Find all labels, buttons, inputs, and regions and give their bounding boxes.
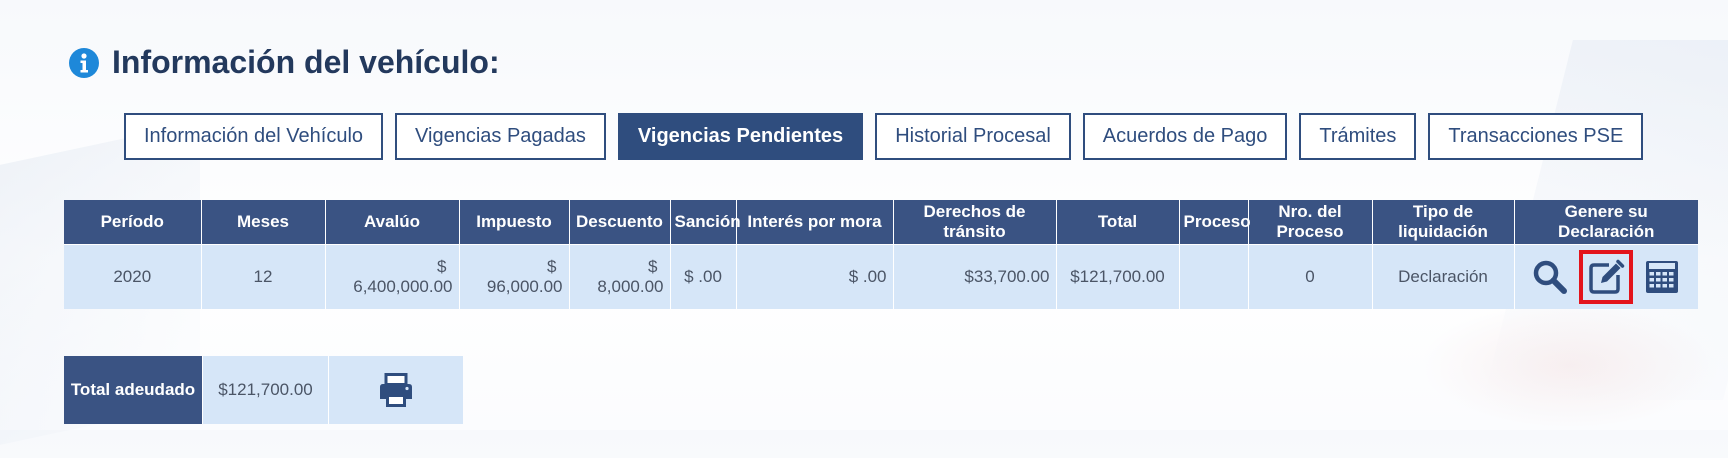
tab-vigencias-pendientes[interactable]: Vigencias Pendientes bbox=[617, 113, 864, 160]
cell-actions bbox=[1513, 244, 1698, 309]
total-print-cell bbox=[328, 356, 463, 424]
currency-symbol: $ bbox=[547, 257, 557, 276]
total-due-value: $121,700.00 bbox=[202, 356, 329, 424]
currency-symbol: $ bbox=[437, 257, 447, 276]
column-header: Total bbox=[1055, 200, 1179, 245]
amount: 96,000.00 bbox=[486, 277, 563, 296]
column-header: Sanción bbox=[669, 200, 741, 245]
tab-transacciones-pse[interactable]: Transacciones PSE bbox=[1428, 113, 1644, 160]
tab-bar: Información del Vehículo Vigencias Pagad… bbox=[124, 113, 1644, 160]
cell-avaluo: $ 6,400,000.00 bbox=[324, 244, 459, 309]
page-title: Información del vehículo: bbox=[112, 44, 500, 80]
tab-informacion-vehiculo[interactable]: Información del Vehículo bbox=[124, 113, 384, 160]
column-header: Tipo de liquidación bbox=[1371, 200, 1514, 245]
edit-icon bbox=[1589, 259, 1625, 294]
total-due-table: Total adeudado $121,700.00 bbox=[64, 356, 463, 424]
column-header: Período bbox=[64, 200, 201, 245]
cell-sancion: $ .00 bbox=[669, 244, 736, 309]
table-row: 2020 12 $ 6,400,000.00 $ 96,000.00 $ 8,0… bbox=[64, 244, 1698, 309]
total-row: Total adeudado $121,700.00 bbox=[64, 356, 463, 424]
calculate-button[interactable] bbox=[1641, 256, 1683, 298]
calculator-icon bbox=[1646, 261, 1679, 293]
column-header: Descuento bbox=[568, 200, 670, 245]
tab-acuerdos-pago[interactable]: Acuerdos de Pago bbox=[1082, 113, 1288, 160]
print-icon bbox=[380, 373, 412, 407]
column-header: Impuesto bbox=[458, 200, 569, 245]
tab-historial-procesal[interactable]: Historial Procesal bbox=[875, 113, 1071, 160]
search-icon bbox=[1534, 260, 1568, 294]
print-button[interactable] bbox=[374, 368, 418, 412]
cell-total: $121,700.00 bbox=[1055, 244, 1179, 309]
info-icon bbox=[69, 47, 99, 78]
cell-periodo: 2020 bbox=[64, 244, 201, 309]
tab-vigencias-pagadas[interactable]: Vigencias Pagadas bbox=[395, 113, 606, 160]
currency-symbol: $ bbox=[648, 257, 658, 276]
cell-meses: 12 bbox=[200, 244, 325, 309]
column-header: Avalúo bbox=[324, 200, 459, 245]
cell-impuesto: $ 96,000.00 bbox=[458, 244, 569, 309]
cell-derechos: $33,700.00 bbox=[892, 244, 1056, 309]
cell-tipo-liquidacion: Declaración bbox=[1371, 244, 1514, 309]
background-shape bbox=[1420, 300, 1720, 430]
cell-interes: $ .00 bbox=[735, 244, 893, 309]
total-due-label: Total adeudado bbox=[64, 356, 203, 424]
cell-proceso bbox=[1178, 244, 1248, 309]
column-header: Proceso bbox=[1178, 200, 1251, 245]
amount: 6,400,000.00 bbox=[353, 277, 453, 296]
table-header-row: Período Meses Avalúo Impuesto Descuento … bbox=[64, 200, 1698, 245]
tab-tramites[interactable]: Trámites bbox=[1299, 113, 1417, 160]
cell-nro-proceso: 0 bbox=[1247, 244, 1372, 309]
column-header: Nro. del Proceso bbox=[1247, 200, 1372, 245]
generate-declaration-button[interactable] bbox=[1579, 250, 1634, 304]
amount: 8,000.00 bbox=[597, 277, 664, 296]
pending-periods-table: Período Meses Avalúo Impuesto Descuento … bbox=[64, 200, 1698, 309]
page-header: Información del vehículo: bbox=[68, 44, 500, 81]
column-header: Interés por mora bbox=[735, 200, 893, 245]
column-header: Genere su Declaración bbox=[1513, 200, 1698, 245]
view-button[interactable] bbox=[1529, 256, 1571, 298]
column-header: Derechos de tránsito bbox=[892, 200, 1056, 245]
cell-descuento: $ 8,000.00 bbox=[568, 244, 670, 309]
column-header: Meses bbox=[200, 200, 325, 245]
